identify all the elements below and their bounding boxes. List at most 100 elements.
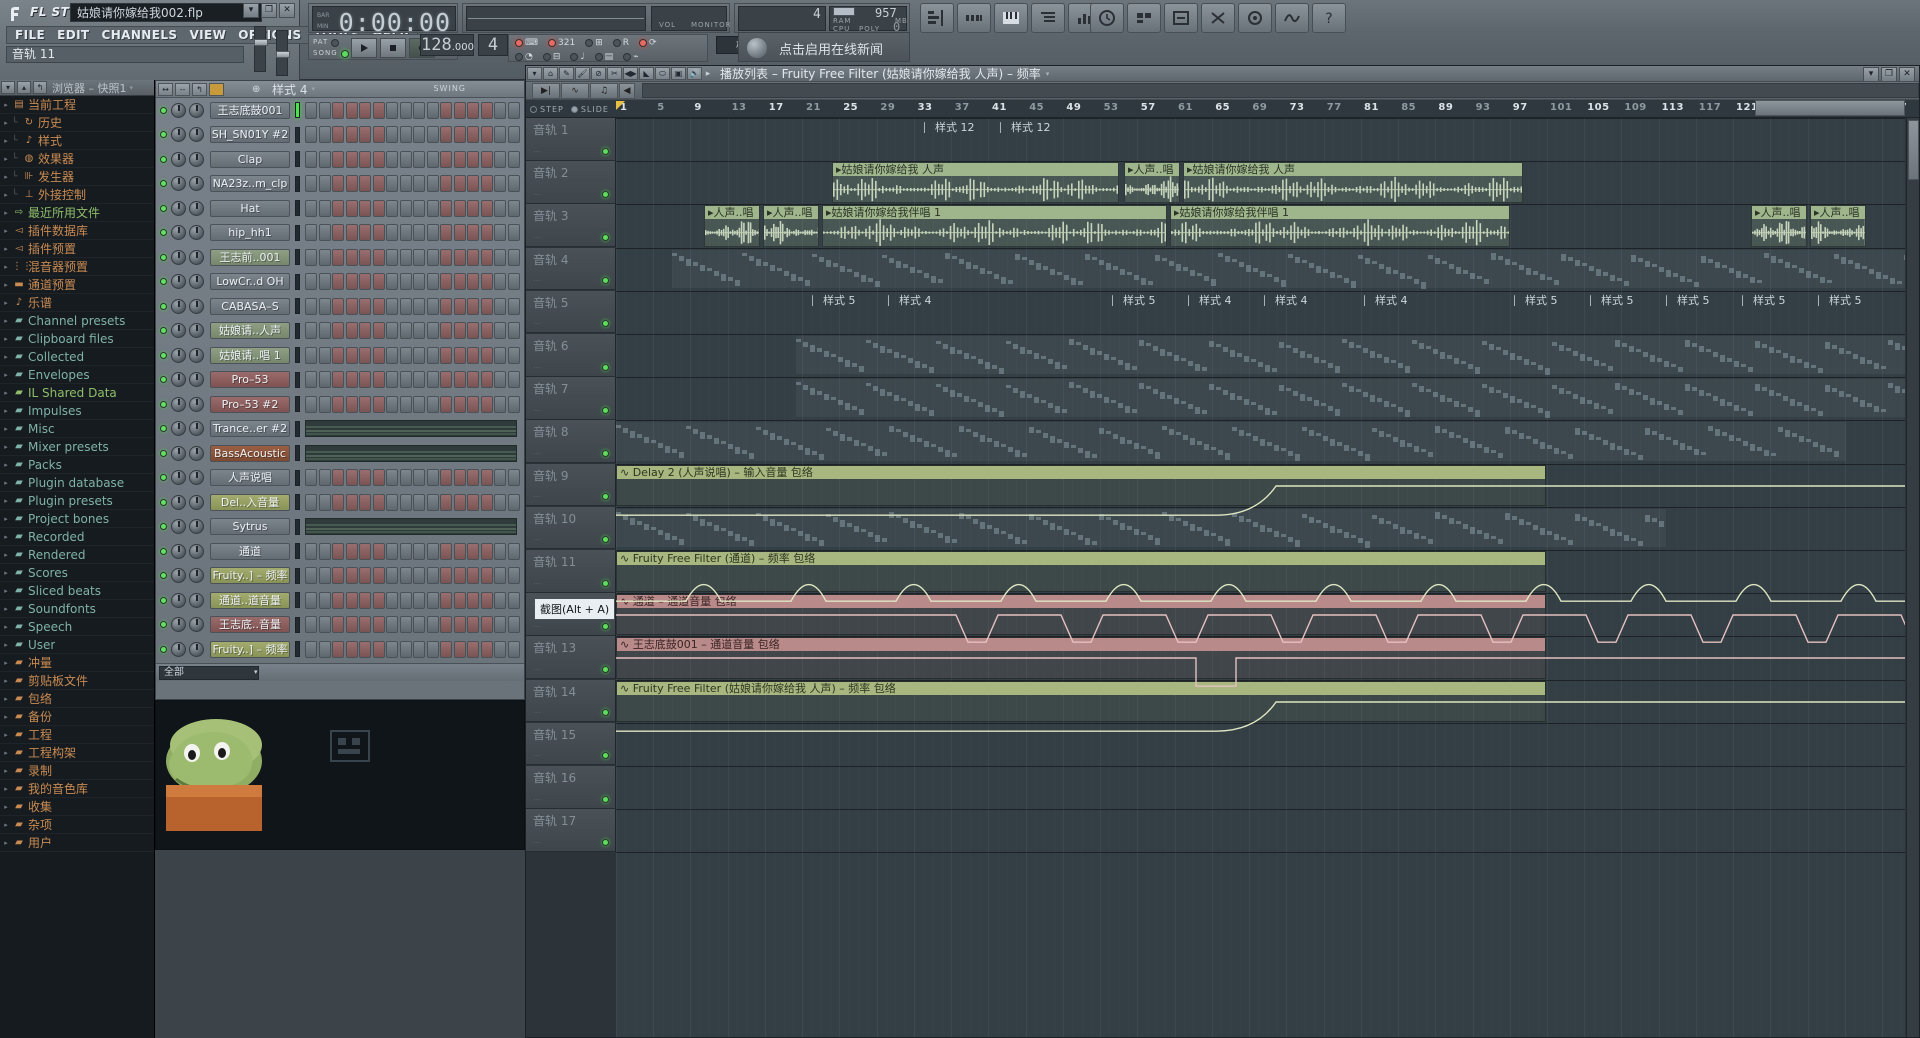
- channel-pan-knob[interactable]: [171, 102, 186, 118]
- playlist-clip[interactable]: ⎸样式 12: [1000, 119, 1074, 133]
- pattern-name-field[interactable]: [642, 83, 1919, 98]
- step-button[interactable]: [453, 273, 466, 291]
- step-button[interactable]: [494, 248, 506, 266]
- step-button[interactable]: [453, 224, 466, 242]
- playlist-grid[interactable]: ⎸样式 12⎸样式 12⎸样式 12⎸样式 12⎸样式 12⎸样式 12▸姑娘请…: [616, 118, 1905, 1037]
- step-button[interactable]: [507, 542, 520, 560]
- step-button[interactable]: [426, 297, 439, 315]
- step-button[interactable]: [318, 273, 331, 291]
- channel-volume-knob[interactable]: [189, 421, 204, 437]
- step-sequencer-row[interactable]: [305, 616, 521, 634]
- step-button[interactable]: [507, 346, 520, 364]
- channel-volume-knob[interactable]: [189, 323, 204, 339]
- step-button[interactable]: [494, 616, 506, 634]
- track-header-10[interactable]: 音轨 10 ⋯: [526, 506, 616, 550]
- expand-arrow-icon[interactable]: ▸: [0, 137, 12, 145]
- browser-item-32[interactable]: ▸ ▰ 剪贴板文件: [0, 672, 154, 690]
- effects-icon[interactable]: [1275, 3, 1309, 33]
- piano-roll-toggle-icon[interactable]: [994, 3, 1028, 33]
- browser-item-1[interactable]: ▸ └ ↻ 历史: [0, 114, 154, 132]
- rack-color-icon[interactable]: [209, 82, 224, 96]
- step-sequencer-row[interactable]: [305, 175, 521, 193]
- step-button[interactable]: [494, 542, 506, 560]
- step-button[interactable]: [467, 101, 479, 119]
- step-button[interactable]: [413, 493, 425, 511]
- step-button[interactable]: [453, 297, 466, 315]
- step-button[interactable]: [480, 567, 493, 585]
- step-button[interactable]: [399, 126, 412, 144]
- step-sequencer-row[interactable]: [305, 224, 521, 242]
- step-sequencer-row[interactable]: [305, 101, 521, 119]
- channel-row[interactable]: 王志前..001: [156, 245, 524, 270]
- playlist-clip[interactable]: ⎸样式 5: [1514, 292, 1588, 306]
- step-button[interactable]: [305, 493, 317, 511]
- channel-row[interactable]: 王志底..音量: [156, 613, 524, 638]
- channel-pan-knob[interactable]: [171, 568, 186, 584]
- step-button[interactable]: [453, 175, 466, 193]
- step-button[interactable]: [372, 371, 385, 389]
- step-button[interactable]: [305, 395, 317, 413]
- step-button[interactable]: [345, 346, 358, 364]
- step-button[interactable]: [372, 395, 385, 413]
- browser-toggle-icon[interactable]: [1031, 3, 1065, 33]
- step-button[interactable]: [332, 371, 344, 389]
- channel-volume-knob[interactable]: [189, 225, 204, 241]
- step-button[interactable]: [305, 273, 317, 291]
- step-button[interactable]: [318, 640, 331, 658]
- step-button[interactable]: [386, 371, 398, 389]
- step-button[interactable]: [440, 297, 452, 315]
- track-enable-led[interactable]: [602, 752, 609, 760]
- track-header-2[interactable]: 音轨 2 ⋯: [526, 161, 616, 204]
- track-header-4[interactable]: 音轨 4 ⋯: [526, 247, 616, 291]
- step-button[interactable]: [426, 224, 439, 242]
- step-button[interactable]: [345, 150, 358, 168]
- expand-arrow-icon[interactable]: ▸: [0, 695, 12, 703]
- step-button[interactable]: [453, 346, 466, 364]
- playlist-clip[interactable]: ▸人声..唱: [1124, 162, 1180, 204]
- step-sequencer-row[interactable]: [305, 199, 521, 217]
- expand-arrow-icon[interactable]: ▸: [0, 641, 12, 649]
- mute-tool-icon[interactable]: ✂: [607, 67, 622, 80]
- step-button[interactable]: [372, 199, 385, 217]
- step-button[interactable]: [332, 297, 344, 315]
- step-sequencer-row[interactable]: [305, 371, 521, 389]
- channel-enable-led[interactable]: [160, 180, 167, 188]
- browser-item-2[interactable]: ▸ └ ♪ 样式: [0, 132, 154, 150]
- step-button[interactable]: [332, 322, 344, 340]
- step-button[interactable]: [494, 395, 506, 413]
- channel-enable-led[interactable]: [160, 327, 167, 335]
- channel-pan-knob[interactable]: [171, 396, 186, 412]
- draw-tool-icon[interactable]: ✎: [559, 67, 574, 80]
- track-header-6[interactable]: 音轨 6 ⋯: [526, 334, 616, 377]
- browser-item-10[interactable]: ▸ ▬ 通道预置: [0, 276, 154, 294]
- step-button[interactable]: [426, 395, 439, 413]
- step-sequencer-row[interactable]: [305, 248, 521, 266]
- channel-pan-knob[interactable]: [171, 617, 186, 633]
- playlist-clip[interactable]: ∿ Delay 2 (人声说唱) – 输入音量 包络: [616, 464, 1546, 506]
- browser-item-26[interactable]: ▸ ▰ Scores: [0, 564, 154, 582]
- channel-pan-knob[interactable]: [171, 127, 186, 143]
- step-sequencer-row[interactable]: [305, 469, 521, 487]
- browser-item-39[interactable]: ▸ ▰ 收集: [0, 798, 154, 816]
- step-button[interactable]: [467, 591, 479, 609]
- switch-typing-keyboard[interactable]: ⌨: [515, 38, 538, 48]
- channel-name-button[interactable]: Pro–53: [210, 371, 290, 389]
- time-display[interactable]: 0:00:00: [339, 8, 451, 37]
- browser-item-20[interactable]: ▸ ▰ Packs: [0, 456, 154, 474]
- step-button[interactable]: [507, 371, 520, 389]
- track-enable-led[interactable]: [602, 493, 609, 501]
- channel-name-button[interactable]: NA23z..m_clp: [210, 175, 290, 193]
- channel-name-button[interactable]: 人声说唱: [210, 469, 290, 487]
- browser-item-6[interactable]: ▸ ⇨ 最近所用文件: [0, 204, 154, 222]
- plugin-picker-icon[interactable]: [1127, 3, 1161, 33]
- step-button[interactable]: [332, 567, 344, 585]
- browser-item-22[interactable]: ▸ ▰ Plugin presets: [0, 492, 154, 510]
- step-sequencer-row[interactable]: [305, 150, 521, 168]
- step-button[interactable]: [480, 101, 493, 119]
- channel-enable-led[interactable]: [160, 351, 167, 359]
- step-button[interactable]: [372, 567, 385, 585]
- step-button[interactable]: [399, 273, 412, 291]
- playlist-maximize-icon[interactable]: ❐: [1881, 67, 1897, 82]
- channel-enable-led[interactable]: [160, 498, 167, 506]
- step-button[interactable]: [399, 395, 412, 413]
